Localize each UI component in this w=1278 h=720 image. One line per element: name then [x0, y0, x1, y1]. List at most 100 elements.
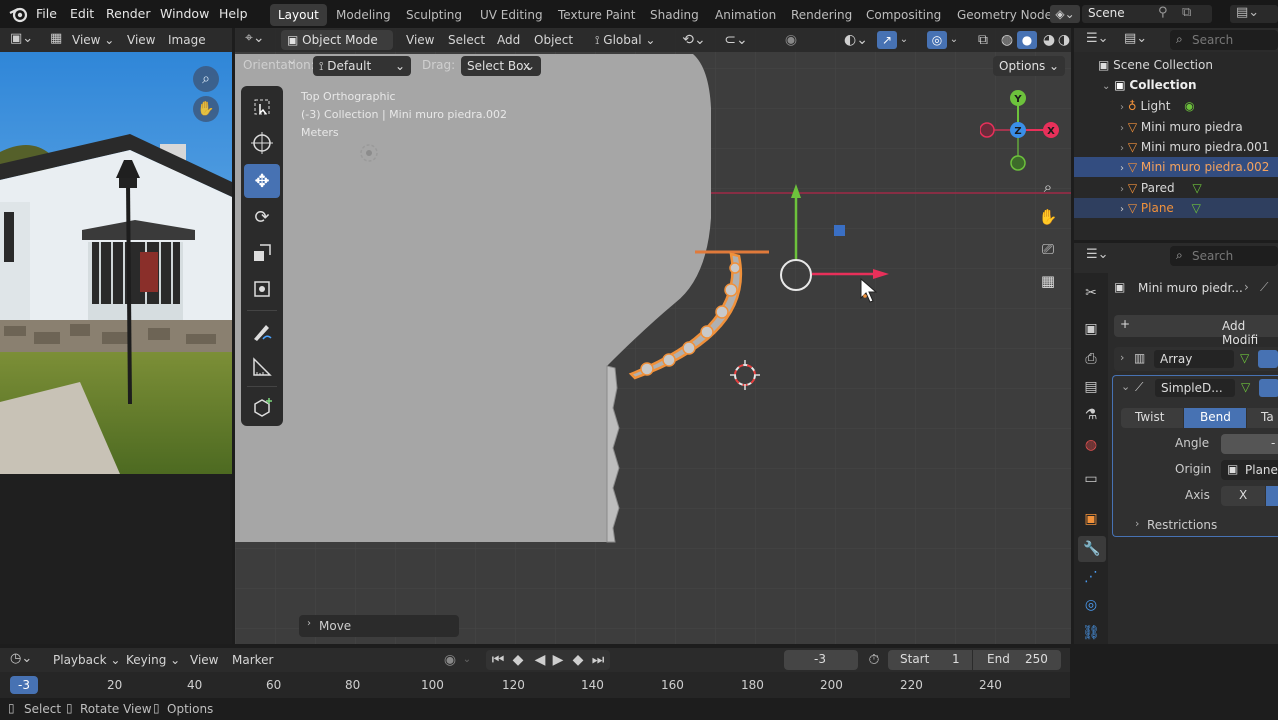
expand-chevron-icon[interactable]: ›	[1120, 204, 1124, 215]
expand-chevron-icon[interactable]: ›	[1135, 517, 1139, 530]
blender-logo-icon[interactable]	[8, 5, 28, 23]
deform-tab-taper[interactable]: Ta	[1247, 408, 1278, 428]
collapse-chevron-icon[interactable]: ⌄	[1102, 81, 1110, 92]
expand-chevron-icon[interactable]: ›	[1120, 163, 1124, 174]
tab-animation[interactable]: Animation	[707, 4, 784, 26]
jump-start-icon[interactable]: ⏮	[488, 650, 508, 670]
view-mode-icon[interactable]: ▦	[50, 31, 62, 46]
tab-layout[interactable]: Layout	[270, 4, 327, 26]
pivot-point-icon[interactable]: ⟲⌄	[679, 30, 709, 50]
gizmo-dropdown-icon[interactable]: ⌄	[897, 30, 911, 50]
world-tab-icon[interactable]: ◍	[1081, 435, 1101, 455]
simple-deform-header[interactable]: ⌄ ⟋ SimpleD... ▽	[1113, 376, 1278, 400]
expand-chevron-icon[interactable]: ›	[1120, 102, 1124, 113]
new-scene-icon[interactable]: ⧉	[1182, 5, 1191, 20]
scene-collection-row[interactable]: ▣ Scene Collection	[1098, 55, 1213, 75]
keying-set-dropdown-icon[interactable]: ⌄	[460, 650, 474, 670]
properties-search-input[interactable]: ⌕ Search	[1170, 246, 1278, 266]
scene-tab-icon[interactable]: ⚗	[1081, 405, 1101, 425]
outliner-item-mini-muro[interactable]: › ▽ Mini muro piedra	[1120, 117, 1243, 137]
drag-dropdown[interactable]: Select Box ⌄	[461, 56, 541, 76]
image-menu-view[interactable]: View	[127, 30, 155, 50]
deform-tab-bend[interactable]: Bend	[1184, 408, 1246, 428]
camera-view-icon[interactable]: ⎚	[1035, 236, 1061, 262]
zoom-icon[interactable]: ⌕	[193, 66, 219, 92]
add-modifier-button[interactable]: + Add Modifi	[1114, 315, 1278, 347]
proportional-editing-icon[interactable]: ◉	[773, 30, 809, 50]
visibility-icon[interactable]: ◐⌄	[841, 30, 871, 50]
zoom-view-icon[interactable]: ⌕	[1035, 174, 1061, 200]
deform-tab-twist[interactable]: Twist	[1121, 408, 1183, 428]
annotate-tool[interactable]	[244, 314, 280, 348]
image-menu-image[interactable]: Image	[168, 30, 206, 50]
menu-window[interactable]: Window	[160, 6, 209, 22]
render-tab-icon[interactable]: ▣	[1081, 319, 1101, 339]
outliner-item-light[interactable]: › ♁ Light ◉	[1120, 96, 1278, 116]
collection-row[interactable]: ⌄ ▣ Collection	[1102, 75, 1197, 95]
viewport-toggle-icon[interactable]	[1258, 350, 1278, 368]
object-tab-icon[interactable]: ▣	[1081, 509, 1101, 529]
modifier-tab[interactable]: 🔧	[1078, 536, 1106, 562]
collapse-chevron-icon[interactable]: ⌄	[1121, 380, 1130, 393]
timeline-menu-view[interactable]: View	[190, 650, 218, 670]
expand-chevron-icon[interactable]: ›	[1120, 123, 1124, 134]
outliner-item-pared[interactable]: › ▽ Pared ▽	[1120, 178, 1202, 198]
tab-modeling[interactable]: Modeling	[328, 4, 399, 26]
play-reverse-icon[interactable]: ◀	[530, 650, 550, 670]
rendered-shading-icon[interactable]: ◑	[1057, 30, 1071, 50]
play-icon[interactable]: ▶	[548, 650, 568, 670]
jump-keyframe-back-icon[interactable]: ◆	[508, 650, 528, 670]
orientation-dropdown[interactable]: ⟟ Default ⌄	[313, 56, 411, 76]
viewport-3d[interactable]: ⌖⌄ ▣ Object Mode ⌄ View Select Add Objec…	[235, 28, 1071, 644]
overlays-toggle-icon[interactable]: ◎	[927, 31, 947, 49]
material-shading-icon[interactable]: ◕	[1039, 30, 1059, 50]
snap-icon[interactable]: ⊂⌄	[713, 30, 759, 50]
overlays-dropdown-icon[interactable]: ⌄	[947, 30, 961, 50]
image-menu-view-dropdown[interactable]: View ⌄	[72, 30, 114, 50]
select-box-tool[interactable]	[244, 90, 280, 124]
last-operator-panel[interactable]: › Move	[299, 615, 459, 637]
scene-name-field[interactable]: Scene ⚲ ⧉	[1082, 5, 1212, 23]
collection-tab-icon[interactable]: ▭	[1081, 469, 1101, 489]
outliner-editor-type-icon[interactable]: ☰⌄	[1086, 31, 1109, 46]
viewport-menu-select[interactable]: Select	[448, 30, 485, 50]
menu-render[interactable]: Render	[106, 6, 151, 22]
editor-type-icon[interactable]: ⌖⌄	[245, 30, 265, 46]
navigation-gizmo[interactable]: Y X Z	[980, 88, 1066, 174]
editor-type-icon[interactable]: ▣⌄	[10, 31, 33, 46]
angle-field[interactable]: -	[1221, 434, 1278, 454]
tab-compositing[interactable]: Compositing	[858, 4, 949, 26]
viewport-toggle-icon[interactable]	[1259, 379, 1278, 397]
wireframe-shading-icon[interactable]: ◍	[997, 30, 1017, 50]
timeline-ruler[interactable]: -3 20 40 60 80 100 120 140 160 180 200 2…	[0, 672, 1070, 698]
viewport-menu-add[interactable]: Add	[497, 30, 520, 50]
editmode-toggle-icon[interactable]: ▽	[1240, 351, 1249, 365]
expand-chevron-icon[interactable]: ›	[1120, 351, 1124, 364]
move-tool[interactable]: ✥	[244, 164, 280, 198]
physics-tab-icon[interactable]: ◎	[1081, 595, 1101, 615]
viewport-menu-view[interactable]: View	[406, 30, 434, 50]
solid-shading-icon[interactable]: ●	[1017, 31, 1037, 49]
outliner-item-plane[interactable]: › ▽ Plane ▽	[1120, 198, 1201, 218]
outliner-item-mini-muro-001[interactable]: › ▽ Mini muro piedra.001	[1120, 137, 1269, 157]
restrictions-subpanel[interactable]: › Restrictions	[1135, 516, 1275, 534]
cursor-tool[interactable]	[244, 126, 280, 160]
jump-end-icon[interactable]: ⏭	[588, 650, 608, 670]
transform-tool[interactable]	[244, 272, 280, 306]
pin-icon[interactable]: ⚲	[1158, 5, 1168, 20]
tab-rendering[interactable]: Rendering	[783, 4, 860, 26]
rotate-tool[interactable]: ⟳	[244, 200, 280, 234]
start-frame-field[interactable]: Start 1	[888, 650, 972, 670]
origin-field[interactable]: ▣ Plane	[1221, 460, 1278, 480]
outliner-item-mini-muro-002[interactable]: › ▽ Mini muro piedra.002	[1120, 157, 1269, 177]
timeline-menu-playback[interactable]: Playback ⌄	[53, 650, 120, 670]
constraints-tab-icon[interactable]: ⛓	[1081, 623, 1101, 643]
view-layer-tab-icon[interactable]: ▤	[1081, 377, 1101, 397]
measure-tool[interactable]	[244, 350, 280, 384]
properties-editor-type-icon[interactable]: ☰⌄	[1086, 247, 1109, 262]
jump-keyframe-forward-icon[interactable]: ◆	[568, 650, 588, 670]
output-tab-icon[interactable]: ⎙	[1081, 349, 1101, 369]
particles-tab-icon[interactable]: ⋰	[1081, 567, 1101, 587]
axis-y-toggle[interactable]	[1266, 486, 1278, 506]
timeline-menu-keying[interactable]: Keying ⌄	[126, 650, 180, 670]
